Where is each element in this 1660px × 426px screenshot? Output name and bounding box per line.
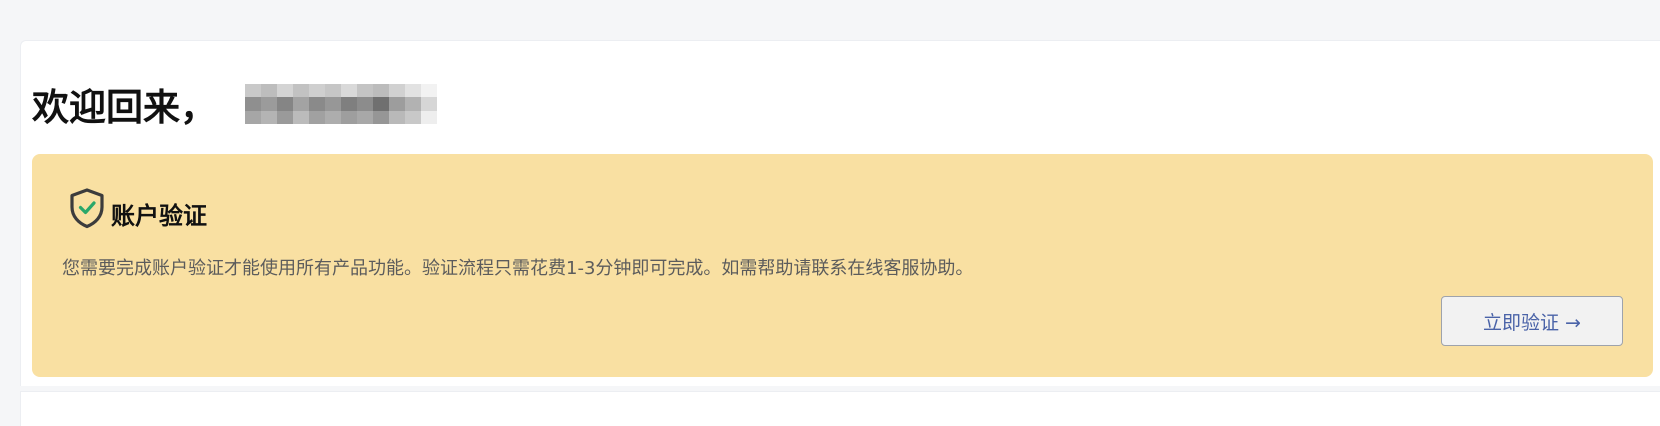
verification-banner: 账户验证 您需要完成账户验证才能使用所有产品功能。验证流程只需花费1-3分钟即可…	[32, 154, 1653, 377]
welcome-text: 欢迎回来，	[32, 86, 217, 129]
verify-now-button[interactable]: 立即验证 →	[1441, 296, 1623, 346]
banner-description: 您需要完成账户验证才能使用所有产品功能。验证流程只需花费1-3分钟即可完成。如需…	[62, 258, 974, 279]
banner-title: 账户验证	[111, 202, 207, 230]
redacted-username	[245, 84, 437, 124]
shield-check-icon	[70, 188, 104, 229]
welcome-header: 欢迎回来，	[32, 81, 437, 129]
bottom-card	[20, 391, 1660, 426]
page: 欢迎回来， 账户验证 您需要完成账户验证才能使用所有产品功能。验证流程只需花费1…	[0, 0, 1660, 426]
